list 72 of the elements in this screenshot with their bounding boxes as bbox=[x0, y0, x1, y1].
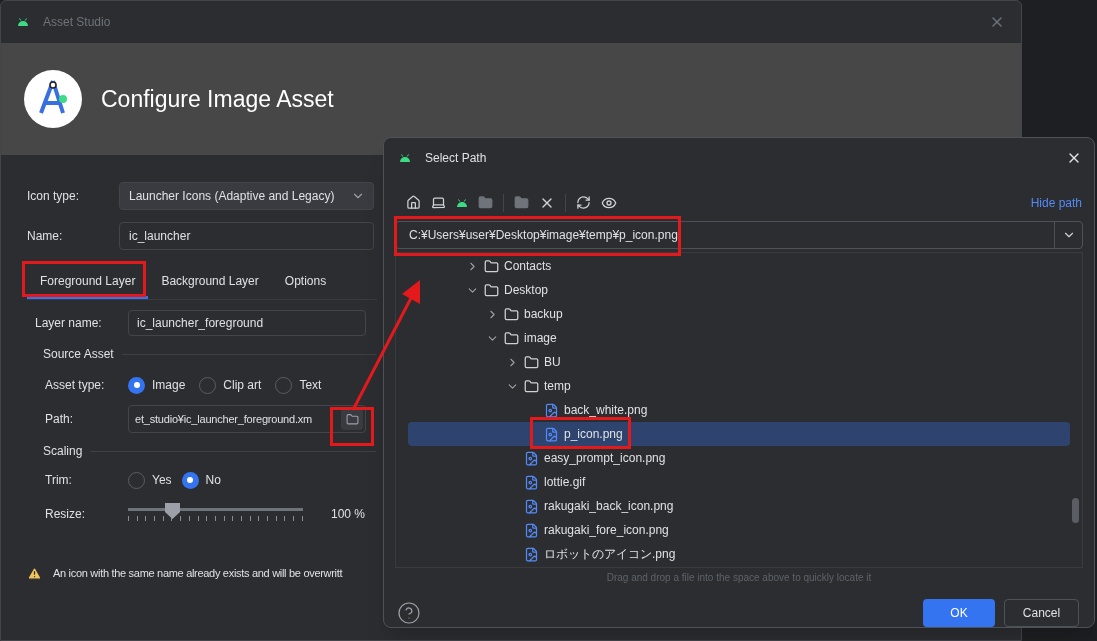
tree-item[interactable]: temp bbox=[408, 374, 1070, 399]
radio-label: Image bbox=[152, 377, 186, 394]
field-label: Trim: bbox=[45, 472, 73, 489]
home-icon[interactable] bbox=[406, 195, 421, 211]
field-label: Layer name: bbox=[35, 315, 103, 332]
tree-item[interactable]: p_icon.png bbox=[408, 422, 1070, 447]
folder-icon bbox=[524, 354, 539, 370]
resize-reading: 100 % bbox=[331, 506, 366, 523]
cancel-button[interactable]: Cancel bbox=[1004, 599, 1079, 627]
tree-item[interactable]: backup bbox=[408, 302, 1070, 327]
tree-item[interactable]: rakugaki_back_icon.png bbox=[408, 494, 1070, 519]
tree-item[interactable]: rakugaki_fore_icon.png bbox=[408, 518, 1070, 543]
help-icon[interactable] bbox=[397, 601, 421, 625]
radio-label: Text bbox=[299, 377, 322, 394]
scrollbar-thumb[interactable] bbox=[1072, 498, 1079, 524]
radio-button[interactable] bbox=[128, 376, 145, 394]
image-file-icon bbox=[544, 402, 559, 418]
tree-item[interactable]: ロボットのアイコン.png bbox=[408, 542, 1070, 567]
tree-item[interactable]: back_white.png bbox=[408, 398, 1070, 423]
slider-thumb[interactable] bbox=[164, 503, 180, 519]
computer-icon[interactable] bbox=[431, 195, 446, 211]
section-title: Scaling bbox=[43, 443, 83, 460]
hide-path-link[interactable]: Hide path bbox=[1030, 193, 1082, 212]
field-label: Name: bbox=[27, 228, 64, 245]
folder-icon bbox=[345, 412, 359, 426]
radio-label: Yes bbox=[152, 472, 172, 489]
folder-icon bbox=[484, 258, 499, 274]
radio-label: No bbox=[205, 472, 221, 489]
name-field[interactable]: ic_launcher bbox=[119, 222, 374, 250]
tab[interactable]: Foreground Layer bbox=[27, 266, 149, 299]
warning-message: An icon with the same name already exists and will be overwritt bbox=[53, 566, 343, 581]
image-file-icon bbox=[524, 450, 539, 466]
field-label: Path: bbox=[45, 411, 75, 428]
new-folder-icon[interactable] bbox=[514, 195, 529, 211]
tree-item[interactable]: Desktop bbox=[408, 278, 1070, 303]
field-label: Asset type: bbox=[45, 377, 106, 394]
tab[interactable]: Options bbox=[271, 266, 340, 299]
layer-name-field[interactable]: ic_launcher_foreground bbox=[128, 310, 366, 336]
folder-icon bbox=[524, 378, 539, 394]
refresh-icon[interactable] bbox=[576, 195, 591, 211]
tree-item[interactable]: Contacts bbox=[408, 254, 1070, 279]
tree-item[interactable]: easy_prompt_icon.png bbox=[408, 446, 1070, 471]
folder-icon[interactable] bbox=[478, 195, 493, 211]
radio-button[interactable] bbox=[181, 471, 199, 489]
field-label: Resize: bbox=[45, 506, 86, 523]
field-label: Icon type: bbox=[27, 188, 81, 205]
tree-item[interactable]: lottie.gif bbox=[408, 470, 1070, 495]
android-icon bbox=[399, 153, 411, 162]
image-file-icon bbox=[544, 426, 559, 442]
browse-button[interactable] bbox=[341, 408, 363, 430]
tab[interactable]: Background Layer bbox=[148, 266, 272, 299]
folder-icon bbox=[504, 306, 519, 322]
dialog-title: Select Path bbox=[425, 149, 487, 167]
radio-label: Clip art bbox=[223, 377, 262, 394]
image-file-icon bbox=[524, 474, 539, 490]
warning-icon bbox=[27, 565, 42, 581]
image-file-icon bbox=[524, 498, 539, 514]
highlight-frame bbox=[330, 407, 374, 446]
android-icon bbox=[17, 18, 29, 26]
app-logo-icon bbox=[23, 69, 83, 129]
ok-button[interactable]: OK bbox=[923, 599, 995, 627]
image-file-icon bbox=[524, 546, 539, 562]
image-file-icon bbox=[524, 522, 539, 538]
section-title: Source Asset bbox=[43, 346, 114, 363]
android-icon bbox=[456, 198, 468, 207]
icon-type-dropdown[interactable]: Launcher Icons (Adaptive and Legacy) bbox=[119, 182, 374, 210]
window-title: Asset Studio bbox=[43, 14, 111, 31]
folder-icon bbox=[504, 330, 519, 346]
tree-item[interactable]: image bbox=[408, 326, 1070, 351]
dialog-heading: Configure Image Asset bbox=[101, 84, 334, 114]
folder-icon bbox=[484, 282, 499, 298]
tree-item[interactable]: BU bbox=[408, 350, 1070, 375]
